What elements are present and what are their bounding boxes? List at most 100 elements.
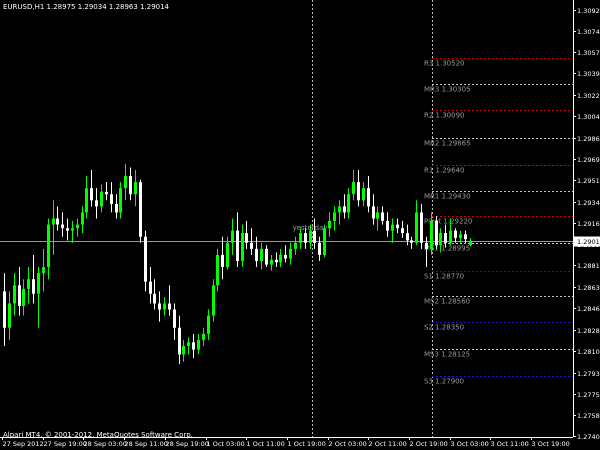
candle-body [178,327,181,355]
price-tick-label: 1.27405 [577,433,600,441]
candle-body [255,248,258,261]
candle-body [158,303,161,310]
time-tick-label: 27 Sep 2012 [3,440,44,448]
candle-body [153,293,156,304]
price-tick-label: 1.27580 [577,412,600,420]
candle [187,337,190,355]
candle [289,242,292,265]
candle [464,230,467,243]
candle-body [139,182,142,237]
candle [318,236,321,261]
candle-body [212,285,215,316]
candle-body [260,248,263,261]
candle [435,216,438,249]
candle-body [357,182,360,201]
candle-body [284,254,287,259]
candle [182,339,185,362]
pivot-label-s3: S3 1.27900 [424,378,464,386]
candle [352,169,355,201]
pivot-label-s2: S2 1.28350 [424,324,464,332]
price-tick-label: 1.30045 [577,113,600,121]
candle [129,167,132,201]
candle [343,194,346,219]
price-tick-label: 1.30920 [577,7,600,15]
candle [410,236,413,249]
candle-body [425,242,428,249]
candle-body [197,339,200,350]
candle-body [90,188,93,201]
candle-body [66,228,69,231]
candle [52,200,55,255]
candle [406,224,409,246]
candle [42,248,45,292]
candle-body [430,220,433,249]
candle-body [168,303,171,310]
price-chart[interactable]: yesterday R3 1.30520 MR3 1.30305 R2 1.3009… [0,0,600,450]
candle-body [81,212,84,225]
candle [27,267,30,304]
candle-body [289,248,292,259]
candle [100,184,103,213]
candle [149,267,152,304]
candle-body [105,191,108,195]
candle [386,212,389,237]
candle-body [236,230,239,261]
candle-body [279,254,282,263]
candle [18,267,21,316]
price-tick-label: 1.27930 [577,370,600,378]
time-tick-label: 1 Oct 11:00 [247,440,285,448]
candle [71,220,74,243]
candle [81,206,84,234]
copyright-notice: Alpari MT4, © 2001-2012, MetaQuotes Soft… [3,431,193,439]
candle-body [85,188,88,213]
candle-body [226,242,229,268]
candle [76,218,79,237]
chart-grid: yesterday [0,0,574,438]
candle [347,188,350,219]
candle-body [309,230,312,243]
candle-body [18,285,21,306]
candle [216,248,219,292]
candle [333,206,336,231]
candle-body [444,233,447,243]
candle-body [313,230,316,243]
candle [270,254,273,271]
candle [323,224,326,258]
time-tick-label: 28 Sep 19:00 [166,440,209,448]
candle [367,176,370,213]
candle-body [27,279,30,289]
candle-body [115,203,118,213]
pivot-label-ms3: MS3 1.28125 [424,351,470,359]
candle-body [231,230,234,243]
time-tick-label: 3 Oct 19:00 [532,440,570,448]
candle-body [71,228,74,231]
price-tick-label: 1.28285 [577,327,600,335]
candle-body [333,212,336,221]
candle [134,169,137,207]
candle [260,242,263,270]
candle-body [37,273,40,294]
candle-body [8,303,11,328]
candle [207,309,210,340]
price-tick-label: 1.28815 [577,262,600,270]
candle-body [318,242,321,255]
candle [168,285,171,316]
price-tick-label: 1.30395 [577,70,600,78]
price-axis[interactable]: 1.30920 1.30745 1.30570 1.30395 1.30220 1.300… [573,7,600,441]
candle-body [367,188,370,207]
candle [66,218,69,241]
candle-body [119,188,122,213]
pivot-label-r1: R1 1.29640 [424,167,465,175]
candle [221,236,224,280]
candle-body [410,240,413,243]
candle-body [241,233,244,261]
candle-body [202,333,205,340]
candle-body [173,309,176,328]
candle-body [100,191,103,207]
price-tick-label: 1.28635 [577,284,600,292]
candle-body [323,228,326,255]
candle-body [182,345,185,355]
candle [47,218,50,280]
candle-body [449,230,452,243]
candle-body [376,212,379,219]
